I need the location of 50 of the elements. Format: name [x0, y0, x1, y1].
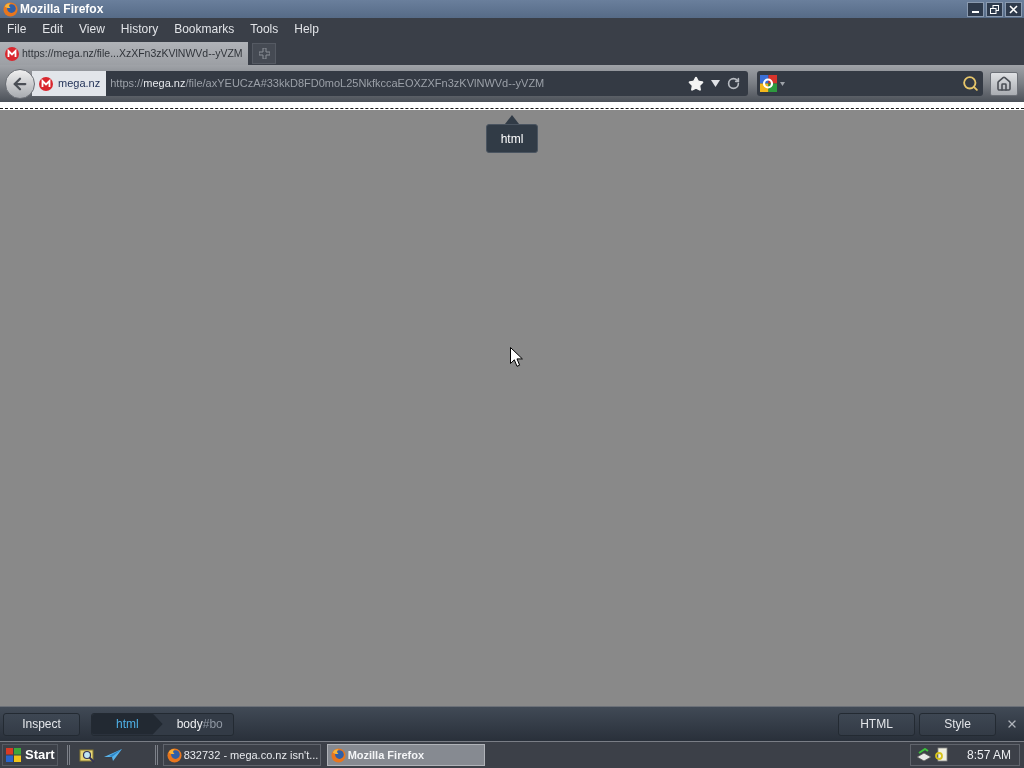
search-field[interactable]: [757, 71, 983, 96]
plus-icon: [258, 48, 270, 59]
restore-button[interactable]: [986, 1, 1003, 17]
tab-title: https://mega.nz/file...XzXFn3zKVlNWVd--yVZM: [22, 45, 243, 61]
m-logo-icon: [5, 46, 19, 61]
reload-icon[interactable]: [727, 77, 740, 90]
mouse-cursor-icon: [510, 347, 523, 367]
home-icon: [996, 75, 1012, 92]
four-squares-logo-icon: [5, 747, 22, 763]
url-field[interactable]: mega.nz https://mega.nz/file/axYEUCzA#33kkD8FD0moL25NkfkccaEOXZXFn3zKVlNWVd--yVZM: [32, 71, 748, 96]
close-icon[interactable]: [1006, 718, 1018, 730]
window-title: Mozilla Firefox: [20, 3, 104, 15]
menu-item[interactable]: Edit: [37, 23, 69, 35]
document-icon[interactable]: [934, 747, 948, 763]
inspect-button[interactable]: Inspect: [3, 712, 80, 736]
star-icon[interactable]: [688, 75, 704, 92]
device-icon[interactable]: [916, 747, 932, 763]
minimize-button[interactable]: [967, 1, 984, 17]
menu-item[interactable]: History: [115, 23, 164, 35]
breadcrumb-item[interactable]: body#bo: [162, 713, 233, 735]
menu-item[interactable]: Bookmarks: [169, 23, 240, 35]
browser-logo-icon: [3, 1, 18, 17]
restore-icon: [990, 4, 999, 14]
search-engine-logo-icon[interactable]: [760, 75, 777, 92]
menu-item[interactable]: View: [74, 23, 110, 35]
search-icon[interactable]: [962, 75, 979, 92]
m-logo-icon: [39, 76, 53, 91]
close-icon: [1009, 4, 1018, 14]
home-button[interactable]: [990, 71, 1018, 96]
menu-item[interactable]: Help: [289, 23, 324, 35]
panel-button[interactable]: Style: [919, 712, 996, 736]
paper-plane-icon[interactable]: [103, 748, 122, 762]
url-text: https://mega.nz/file/axYEUCzA#33kkD8FD0moL25NkfkccaEOXZXFn3zKVlNWVd--yVZM: [110, 76, 545, 92]
folder-search-icon[interactable]: [78, 747, 96, 763]
close-button[interactable]: [1005, 1, 1022, 17]
dropdown-icon[interactable]: [711, 80, 720, 87]
browser-tab[interactable]: https://mega.nz/file...XzXFn3zKVlNWVd--yVZM: [0, 42, 248, 65]
tooltip: html: [486, 115, 538, 153]
menu-item[interactable]: File: [2, 23, 32, 35]
browser-logo-icon: [166, 747, 182, 763]
breadcrumb-item[interactable]: html: [92, 713, 163, 735]
panel-button[interactable]: HTML: [838, 712, 915, 736]
start-button[interactable]: Start: [2, 744, 58, 766]
back-button[interactable]: [5, 68, 35, 99]
browser-logo-icon: [330, 747, 346, 763]
clock: 8:57 AM: [966, 747, 1011, 764]
taskbar-button[interactable]: 832732 - mega.co.nz isn't...: [162, 744, 321, 766]
site-identity[interactable]: mega.nz: [32, 71, 107, 96]
menu-item[interactable]: Tools: [245, 23, 284, 35]
dropdown-icon[interactable]: [780, 81, 785, 86]
